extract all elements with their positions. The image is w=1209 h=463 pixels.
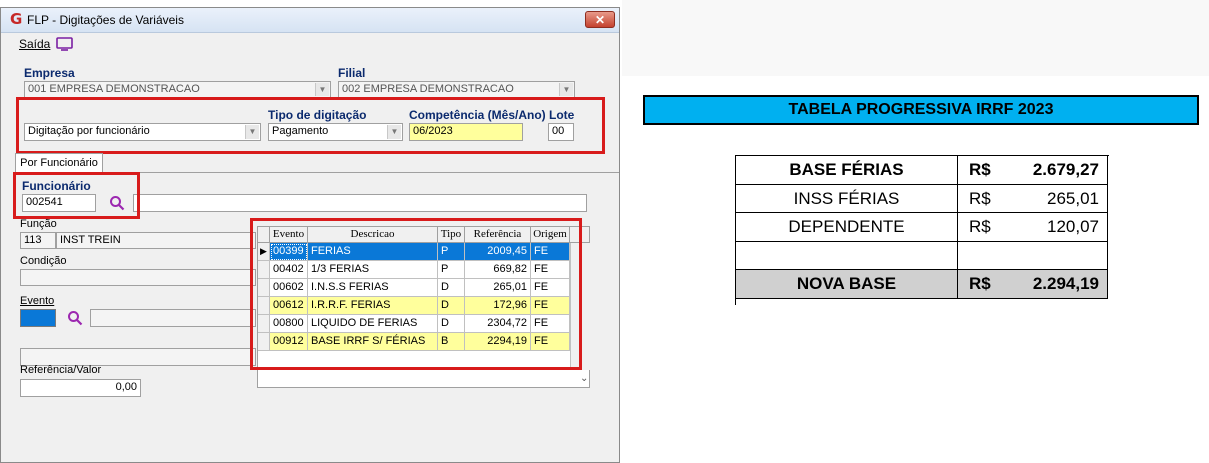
- sheet-cell-value: 2.679,27: [1032, 160, 1099, 179]
- filial-label: Filial: [338, 66, 366, 80]
- sheet-cell-label: [736, 241, 958, 270]
- close-button[interactable]: ✕: [585, 11, 615, 28]
- sheet-toolbar-area: [622, 0, 1209, 76]
- empresa-select[interactable]: 001 EMPRESA DEMONSTRACAO ▼: [24, 81, 331, 98]
- sheet-cell-amount: [958, 241, 1108, 270]
- referencia-valor-input[interactable]: 0,00: [20, 379, 141, 397]
- tab-por-funcionario[interactable]: Por Funcionário: [15, 153, 103, 173]
- referencia-valor-label: Referência/Valor: [20, 364, 102, 376]
- evento-label: Evento: [20, 295, 55, 307]
- sheet-cell-label: INSS FÉRIAS: [736, 184, 958, 213]
- funcao-name-field: INST TREIN: [56, 232, 256, 249]
- sheet-cell-value: 265,01: [1047, 188, 1099, 208]
- sheet-title: TABELA PROGRESSIVA IRRF 2023: [643, 95, 1199, 125]
- sheet-cell-currency: R$: [969, 274, 991, 293]
- funcao-label: Função: [20, 218, 57, 230]
- annotation-box: [16, 97, 605, 154]
- sheet-cell-currency: R$: [969, 217, 991, 236]
- sheet-cell-label: BASE FÉRIAS: [736, 156, 958, 185]
- irrf-table: BASE FÉRIAS R$ 2.679,27 INSS FÉRIAS R$ 265,01…: [735, 155, 1109, 305]
- evento-input[interactable]: [20, 309, 56, 327]
- app-window: G FLP - Digitações de Variáveis ✕ Saída …: [0, 7, 620, 463]
- filial-select[interactable]: 002 EMPRESA DEMONSTRACAO ▼: [338, 81, 575, 98]
- monitor-icon[interactable]: [56, 37, 73, 51]
- sheet-cell-label: NOVA BASE: [736, 270, 958, 299]
- chevron-down-icon[interactable]: ⌄: [580, 373, 588, 384]
- empresa-value: 001 EMPRESA DEMONSTRACAO: [28, 83, 200, 95]
- search-icon[interactable]: [67, 310, 83, 326]
- sheet-cell-value: 120,07: [1047, 217, 1099, 236]
- annotation-box: [250, 218, 582, 370]
- sheet-cell-value: 2.294,19: [1032, 274, 1099, 293]
- condicao-label: Condição: [20, 255, 67, 267]
- annotation-box: [13, 172, 140, 219]
- chevron-down-icon[interactable]: ▼: [559, 83, 573, 96]
- sheet-cell-currency: R$: [969, 160, 991, 179]
- app-logo-icon: G: [10, 10, 23, 28]
- funcionario-name-field[interactable]: [133, 194, 587, 212]
- window-title: FLP - Digitações de Variáveis: [27, 13, 184, 27]
- condicao-field: [20, 269, 256, 286]
- menu-exit[interactable]: Saída: [19, 37, 50, 51]
- sheet-cell-currency: R$: [969, 188, 991, 208]
- empresa-label: Empresa: [24, 66, 75, 80]
- sheet-cell-label: DEPENDENTE: [736, 213, 958, 242]
- chevron-down-icon[interactable]: ▼: [315, 83, 329, 96]
- title-bar[interactable]: G FLP - Digitações de Variáveis ✕: [1, 8, 619, 33]
- evento-name-field: [90, 309, 256, 327]
- funcao-code-field: 113: [20, 232, 56, 249]
- filial-value: 002 EMPRESA DEMONSTRACAO: [342, 83, 514, 95]
